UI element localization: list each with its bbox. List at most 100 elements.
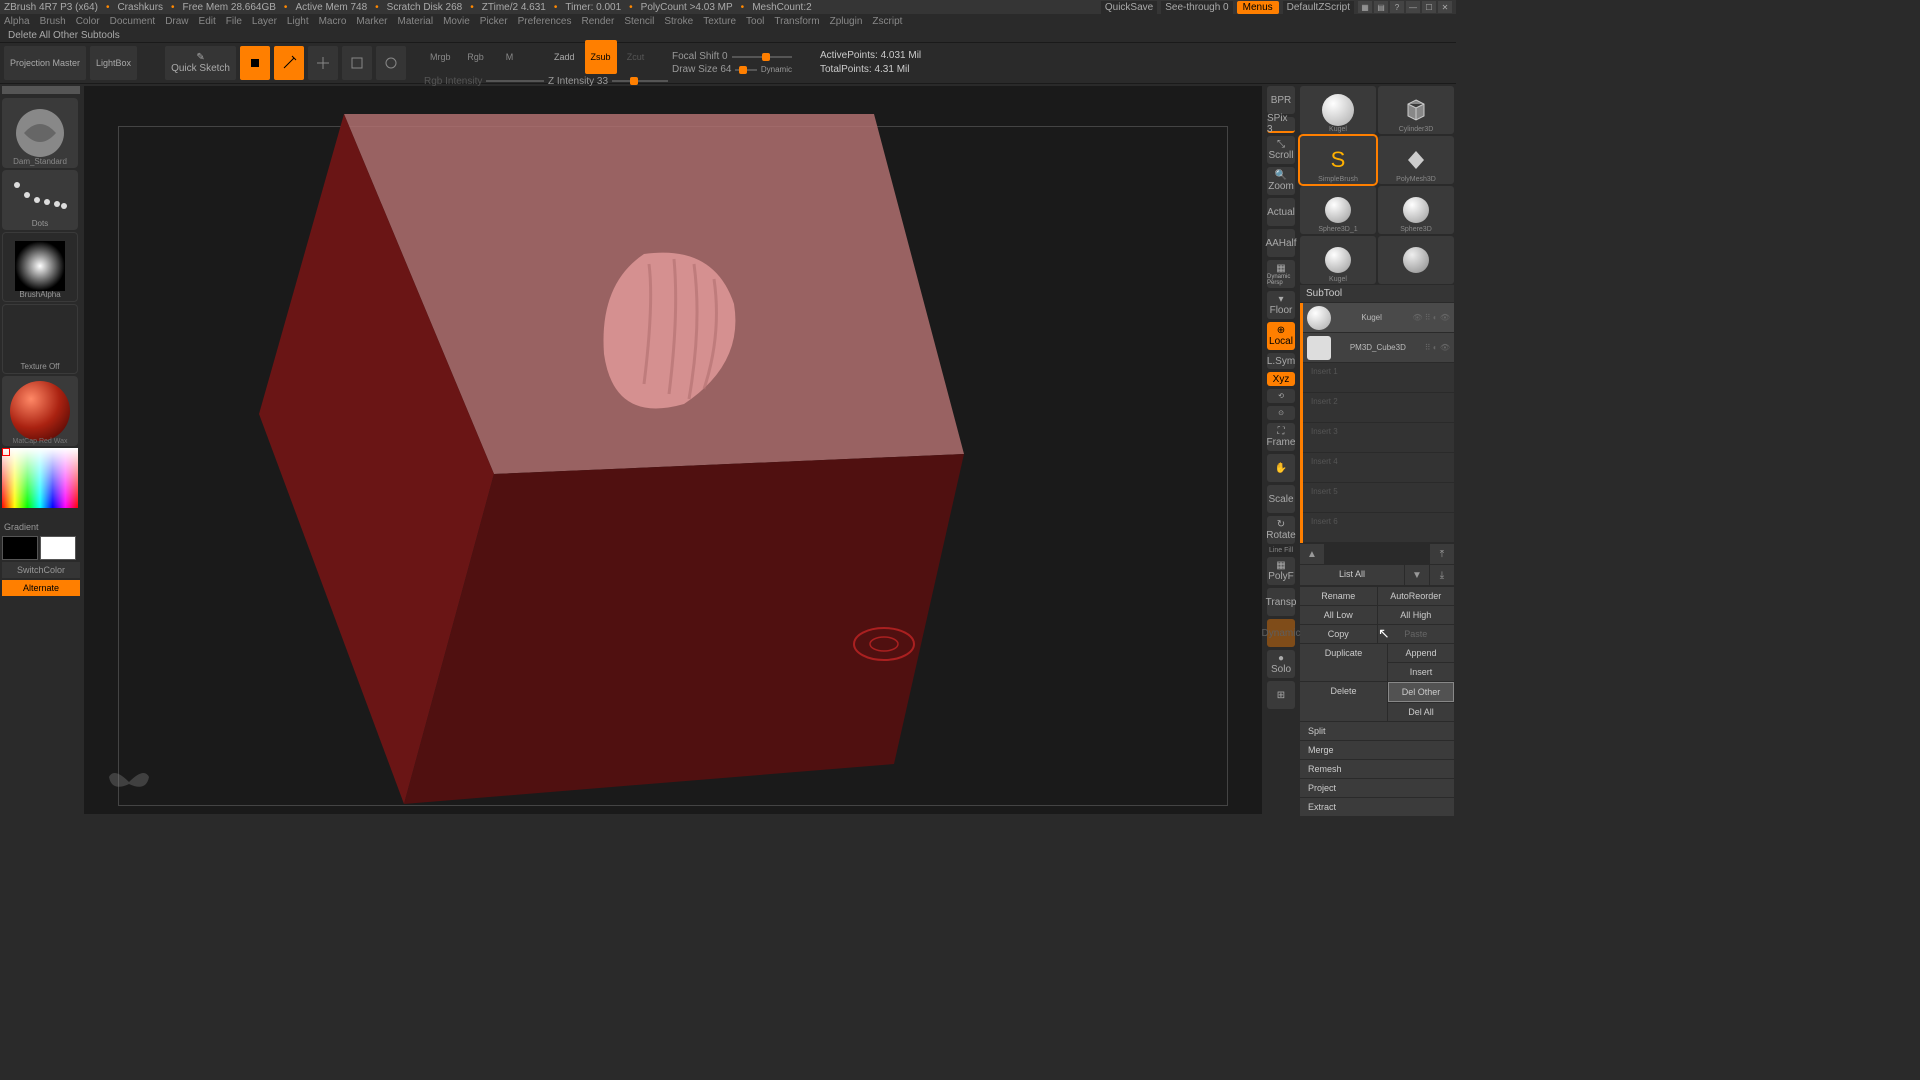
draw-button[interactable] (274, 46, 304, 80)
focal-shift-slider[interactable] (732, 56, 792, 58)
subtool-row[interactable]: PM3D_Cube3D ⠿ ◐ 👁 (1303, 333, 1454, 363)
viewport[interactable] (84, 86, 1262, 814)
texture-selector[interactable]: Texture Off (2, 304, 78, 374)
tool-item[interactable]: Cylinder3D (1378, 86, 1454, 134)
append-button[interactable]: Append (1388, 644, 1454, 662)
menu-preferences[interactable]: Preferences (518, 16, 572, 27)
bpr-button[interactable]: BPR (1267, 86, 1295, 114)
menu-edit[interactable]: Edit (199, 16, 216, 27)
subtool-empty-slot[interactable]: Insert 5 (1303, 483, 1454, 513)
color-picker[interactable] (2, 448, 78, 518)
maximize-button[interactable]: ☐ (1422, 1, 1436, 13)
z-intensity-slider[interactable] (612, 80, 668, 82)
tool-item[interactable]: Sphere3D_1 (1300, 186, 1376, 234)
m-button[interactable]: M (495, 40, 525, 74)
tool-item[interactable]: Kugel (1300, 86, 1376, 134)
dynamic-label[interactable]: Dynamic (761, 65, 792, 74)
xyz-button[interactable]: Xyz (1267, 372, 1295, 386)
defaultzscript-button[interactable]: DefaultZScript (1283, 1, 1354, 14)
duplicate-button[interactable]: Duplicate (1300, 644, 1387, 681)
menu-transform[interactable]: Transform (774, 16, 819, 27)
menu-brush[interactable]: Brush (40, 16, 66, 27)
rotate-button[interactable] (376, 46, 406, 80)
spix-slider[interactable]: SPix 3 (1267, 117, 1295, 133)
lightbox-button[interactable]: LightBox (90, 46, 137, 80)
zoom-button[interactable]: 🔍Zoom (1267, 167, 1295, 195)
zcut-button[interactable]: Zcut (621, 40, 651, 74)
menu-alpha[interactable]: Alpha (4, 16, 30, 27)
insert-button[interactable]: Insert (1388, 663, 1454, 681)
menu-zplugin[interactable]: Zplugin (830, 16, 863, 27)
local-button[interactable]: ⊕Local (1267, 322, 1295, 350)
layout-button[interactable]: ▦ (1358, 1, 1372, 13)
center-button[interactable]: ⊙ (1267, 406, 1295, 420)
menu-stencil[interactable]: Stencil (624, 16, 654, 27)
subtool-empty-slot[interactable]: Insert 4 (1303, 453, 1454, 483)
tool-item[interactable]: Sphere3D (1378, 186, 1454, 234)
subtool-empty-slot[interactable]: Insert 2 (1303, 393, 1454, 423)
menu-stroke[interactable]: Stroke (664, 16, 693, 27)
tool-item[interactable]: SSimpleBrush (1300, 136, 1376, 184)
move-down-button[interactable]: ▼ (1405, 565, 1429, 585)
menu-draw[interactable]: Draw (165, 16, 188, 27)
subtool-visibility-icons[interactable]: ⠿ ◐ 👁 (1425, 343, 1450, 352)
primary-color-swatch[interactable] (40, 536, 76, 560)
polyf-button[interactable]: ▦PolyF (1267, 557, 1295, 585)
mrgb-button[interactable]: Mrgb (424, 40, 457, 74)
gradient-label[interactable]: Gradient (2, 520, 80, 534)
scale-button[interactable] (342, 46, 372, 80)
menu-macro[interactable]: Macro (319, 16, 347, 27)
menu-light[interactable]: Light (287, 16, 309, 27)
brush-selector[interactable]: Dam_Standard (2, 98, 78, 168)
tool-item[interactable]: Kugel (1300, 236, 1376, 284)
zsub-button[interactable]: Zsub (585, 40, 617, 74)
draw-size-slider[interactable] (735, 69, 756, 71)
switchcolor-button[interactable]: SwitchColor (2, 562, 80, 578)
rgb-button[interactable]: Rgb (461, 40, 491, 74)
menu-tool[interactable]: Tool (746, 16, 764, 27)
alternate-button[interactable]: Alternate (2, 580, 80, 596)
move-up-button[interactable]: ▲ (1300, 544, 1324, 564)
remesh-section[interactable]: Remesh (1300, 760, 1454, 778)
rotate-axis-button[interactable]: ⟲ (1267, 389, 1295, 403)
scroll-button[interactable]: ⤡Scroll (1267, 136, 1295, 164)
subtool-row[interactable]: Kugel 👁 ⠿ ◐ 👁 (1303, 303, 1454, 333)
canvas-3d-view[interactable] (174, 104, 964, 814)
move-view-button[interactable]: ✋ (1267, 454, 1295, 482)
menu-picker[interactable]: Picker (480, 16, 508, 27)
tool-item[interactable] (1378, 236, 1454, 284)
close-button[interactable]: ✕ (1438, 1, 1452, 13)
alpha-selector[interactable]: BrushAlpha (2, 232, 78, 302)
subtool-header[interactable]: SubTool (1300, 285, 1454, 302)
autoreorder-button[interactable]: AutoReorder (1378, 587, 1455, 605)
actual-button[interactable]: Actual (1267, 198, 1295, 226)
menu-color[interactable]: Color (76, 16, 100, 27)
secondary-color-swatch[interactable] (2, 536, 38, 560)
copy-button[interactable]: Copy (1300, 625, 1377, 643)
alllow-button[interactable]: All Low (1300, 606, 1377, 624)
frame-button[interactable]: ⛶Frame (1267, 423, 1295, 451)
projection-master-button[interactable]: Projection Master (4, 46, 86, 80)
tool-item[interactable]: PolyMesh3D (1378, 136, 1454, 184)
lsym-button[interactable]: L.Sym (1267, 353, 1295, 369)
solo-button[interactable]: ●Solo (1267, 650, 1295, 678)
extract-section[interactable]: Extract (1300, 798, 1454, 816)
zadd-button[interactable]: Zadd (548, 40, 581, 74)
transp-button[interactable]: Transp (1267, 588, 1295, 616)
subtool-empty-slot[interactable]: Insert 3 (1303, 423, 1454, 453)
allhigh-button[interactable]: All High (1378, 606, 1455, 624)
menu-marker[interactable]: Marker (356, 16, 387, 27)
minimize-button[interactable]: — (1406, 1, 1420, 13)
seethrough-slider[interactable]: See-through 0 (1161, 1, 1232, 14)
subtool-empty-slot[interactable]: Insert 1 (1303, 363, 1454, 393)
menu-layer[interactable]: Layer (252, 16, 277, 27)
layout-button[interactable]: ▤ (1374, 1, 1388, 13)
help-button[interactable]: ? (1390, 1, 1404, 13)
merge-section[interactable]: Merge (1300, 741, 1454, 759)
menu-file[interactable]: File (226, 16, 242, 27)
menu-texture[interactable]: Texture (703, 16, 736, 27)
move-top-button[interactable]: ⤒ (1430, 544, 1454, 564)
panel-handle[interactable] (2, 86, 80, 94)
menu-material[interactable]: Material (398, 16, 434, 27)
move-button[interactable] (308, 46, 338, 80)
